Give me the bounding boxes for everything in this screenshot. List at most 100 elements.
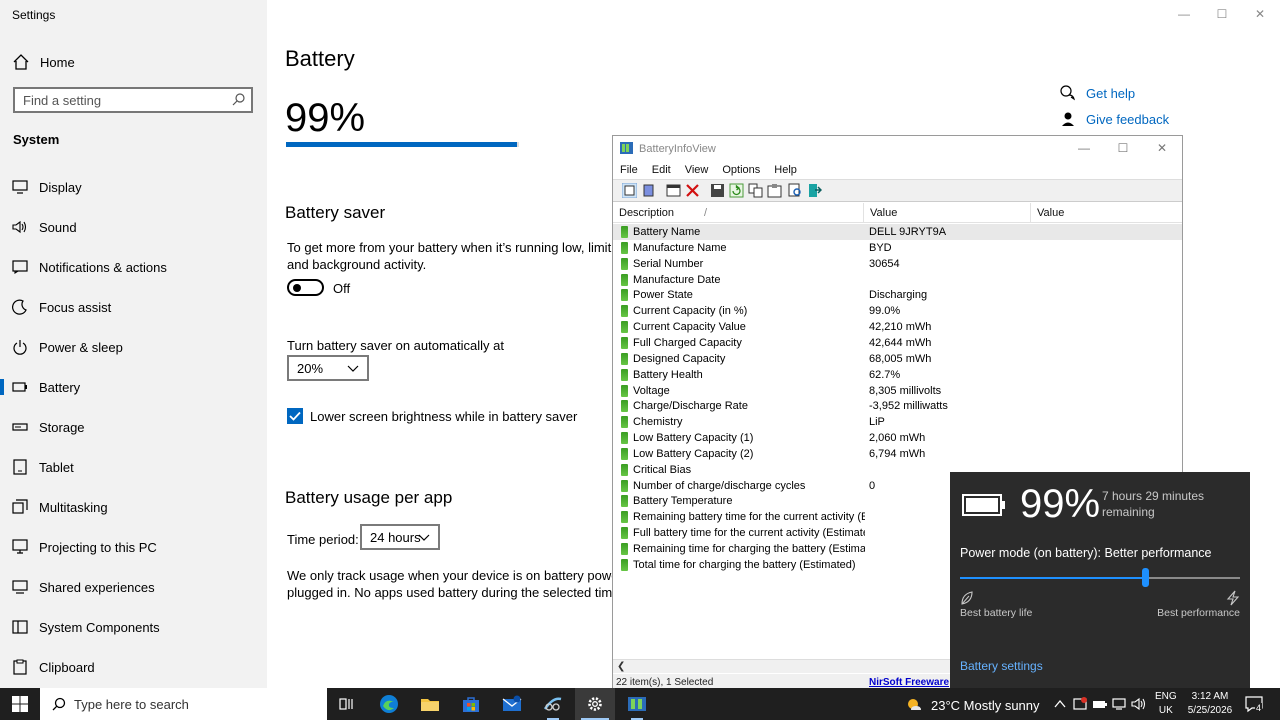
table-row[interactable]: Low Battery Capacity (1) 2,060 mWh <box>613 430 1182 446</box>
taskbar-mail[interactable] <box>492 688 532 720</box>
home-icon <box>13 54 29 70</box>
biv-maximize-button[interactable]: ☐ <box>1108 141 1138 157</box>
row-value: Discharging <box>869 289 928 302</box>
sidebar-item-power-sleep[interactable]: Power & sleep <box>0 327 267 367</box>
taskbar-search[interactable] <box>40 688 327 720</box>
nirsoft-link[interactable]: NirSoft Freeware <box>869 677 949 688</box>
battery-green-icon <box>621 416 628 429</box>
taskbar-search-input[interactable] <box>74 696 314 712</box>
taskbar-settings[interactable] <box>575 688 615 720</box>
notifications-button[interactable]: 4 <box>1244 694 1264 714</box>
sidebar-item-display[interactable]: Display <box>0 167 267 207</box>
taskbar-snipping[interactable] <box>533 688 573 720</box>
battery-saver-toggle[interactable] <box>287 279 324 296</box>
refresh-icon[interactable] <box>729 183 744 198</box>
checkmark-icon <box>289 411 301 421</box>
row-description: Serial Number <box>633 257 704 270</box>
menu-file[interactable]: File <box>613 162 645 178</box>
menu-edit[interactable]: Edit <box>645 162 678 178</box>
menu-options[interactable]: Options <box>715 162 767 178</box>
row-value: 99.0% <box>869 305 901 318</box>
properties-icon[interactable] <box>666 183 681 198</box>
sidebar-item-notifications[interactable]: Notifications & actions <box>0 247 267 287</box>
delete-icon[interactable] <box>685 183 700 198</box>
menu-view[interactable]: View <box>678 162 716 178</box>
taskbar-file-explorer[interactable] <box>410 688 450 720</box>
table-row[interactable]: Charge/Discharge Rate -3,952 milliwatts <box>613 398 1182 414</box>
battery-green-icon <box>621 527 628 540</box>
sidebar-item-focus-assist[interactable]: Focus assist <box>0 287 267 327</box>
show-hidden-icons-icon[interactable] <box>1052 696 1068 712</box>
table-row[interactable]: Manufacture Date <box>613 272 1182 288</box>
auto-on-threshold-dropdown[interactable]: 20% <box>287 355 369 381</box>
table-row[interactable]: Battery Name DELL 9JRYT9A <box>613 224 1182 240</box>
row-value: 42,210 mWh <box>869 321 932 334</box>
table-row[interactable]: Serial Number 30654 <box>613 256 1182 272</box>
taskbar-store[interactable] <box>451 688 491 720</box>
html-report-icon[interactable] <box>767 183 782 198</box>
weather-widget[interactable]: 23°C Mostly sunny <box>905 696 1040 714</box>
sidebar-item-label: Battery <box>39 379 81 395</box>
table-row[interactable]: Manufacture Name BYD <box>613 240 1182 256</box>
start-button[interactable] <box>0 688 40 720</box>
sidebar-item-clipboard[interactable]: Clipboard <box>0 647 267 687</box>
toggle-knob <box>293 284 301 292</box>
battery-log-mode-icon[interactable] <box>641 183 656 198</box>
taskbar-edge[interactable] <box>369 688 409 720</box>
security-shield-icon[interactable] <box>1072 696 1088 712</box>
search-input[interactable] <box>15 89 215 111</box>
get-help-link[interactable]: Get help <box>1060 85 1135 101</box>
lower-brightness-checkbox[interactable] <box>287 408 303 424</box>
tray-battery-icon[interactable] <box>1092 696 1108 712</box>
table-row[interactable]: Current Capacity (in %) 99.0% <box>613 303 1182 319</box>
power-icon <box>12 339 28 355</box>
table-row[interactable]: Chemistry LiP <box>613 414 1182 430</box>
network-icon[interactable] <box>1112 696 1128 712</box>
find-icon[interactable] <box>788 183 803 198</box>
sidebar-item-tablet[interactable]: Tablet <box>0 447 267 487</box>
table-row[interactable]: Current Capacity Value 42,210 mWh <box>613 319 1182 335</box>
menu-help[interactable]: Help <box>767 162 804 178</box>
home-nav[interactable]: Home <box>12 52 75 72</box>
find-setting-search[interactable] <box>13 87 253 113</box>
power-mode-label: Power mode (on battery): Better performa… <box>960 546 1212 560</box>
sidebar-item-projecting[interactable]: Projecting to this PC <box>0 527 267 567</box>
battery-green-icon <box>621 384 628 397</box>
table-row[interactable]: Power State Discharging <box>613 287 1182 303</box>
table-row[interactable]: Voltage 8,305 millivolts <box>613 383 1182 399</box>
table-row[interactable]: Low Battery Capacity (2) 6,794 mWh <box>613 446 1182 462</box>
save-icon[interactable] <box>710 183 725 198</box>
sidebar-item-storage[interactable]: Storage <box>0 407 267 447</box>
volume-icon[interactable] <box>1131 696 1147 712</box>
language-indicator[interactable]: ENG UK <box>1155 690 1177 718</box>
weather-text: 23°C Mostly sunny <box>931 697 1040 713</box>
sidebar-item-multitasking[interactable]: Multitasking <box>0 487 267 527</box>
table-row[interactable]: Designed Capacity 68,005 mWh <box>613 351 1182 367</box>
battery-green-icon <box>621 447 628 460</box>
column-header-value-2[interactable]: Value <box>1031 203 1182 223</box>
battery-settings-link[interactable]: Battery settings <box>960 659 1043 673</box>
biv-close-button[interactable]: ✕ <box>1147 141 1177 157</box>
column-header-value[interactable]: Value <box>864 203 1031 223</box>
taskbar-batteryinfoview[interactable] <box>617 688 657 720</box>
table-row[interactable]: Battery Health 62.7% <box>613 367 1182 383</box>
clock[interactable]: 3:12 AM 5/25/2026 <box>1180 690 1240 718</box>
biv-minimize-button[interactable]: — <box>1069 141 1099 157</box>
table-row[interactable]: Full Charged Capacity 42,644 mWh <box>613 335 1182 351</box>
sidebar-item-shared-experiences[interactable]: Shared experiences <box>0 567 267 607</box>
sidebar-item-battery[interactable]: Battery <box>0 367 267 407</box>
sidebar-item-sound[interactable]: Sound <box>0 207 267 247</box>
sidebar-item-system-components[interactable]: System Components <box>0 607 267 647</box>
store-icon <box>463 697 479 712</box>
battery-green-icon <box>621 558 628 571</box>
exit-icon[interactable] <box>807 183 822 198</box>
give-feedback-link[interactable]: Give feedback <box>1060 111 1169 127</box>
task-view-button[interactable] <box>327 688 367 720</box>
battery-level-fill <box>286 142 517 147</box>
copy-icon[interactable] <box>748 183 763 198</box>
column-header-description[interactable]: Description / <box>613 203 864 223</box>
battery-info-mode-icon[interactable] <box>622 183 637 198</box>
time-period-dropdown[interactable]: 24 hours <box>360 524 440 550</box>
power-mode-slider-thumb[interactable] <box>1141 568 1149 587</box>
scroll-left-icon[interactable]: ❮ <box>617 661 625 672</box>
